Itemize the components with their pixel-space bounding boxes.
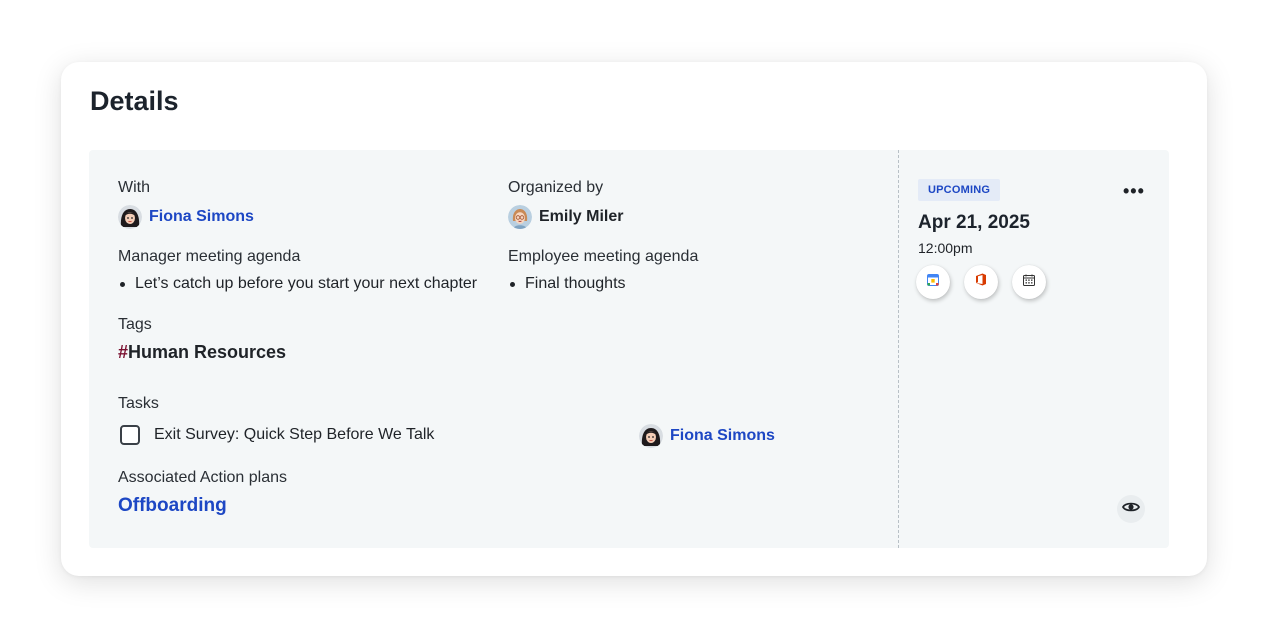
- google-calendar-button[interactable]: [916, 265, 950, 299]
- calendar-icon: [1023, 273, 1035, 291]
- visibility-button[interactable]: [1117, 495, 1145, 523]
- organizer-name: Emily Miler: [539, 208, 624, 225]
- tag-hash: #: [118, 342, 129, 362]
- eye-icon: [1121, 500, 1141, 518]
- organizer-person: Emily Miler: [508, 205, 623, 229]
- with-label: With: [118, 179, 150, 196]
- status-badge: UPCOMING: [918, 179, 1001, 201]
- tag-name: Human Resources: [128, 342, 287, 362]
- google-calendar-icon: [927, 273, 939, 291]
- tags-label: Tags: [118, 316, 152, 333]
- manager-agenda-item: Let’s catch up before you start your nex…: [135, 275, 478, 292]
- meeting-date: Apr 21, 2025: [918, 212, 1030, 233]
- more-options-icon[interactable]: •••: [1123, 181, 1145, 202]
- details-panel: With Fiona Simons Organized by Emily Mil…: [89, 150, 1169, 548]
- avatar: [118, 205, 142, 229]
- meeting-time: 12:00pm: [918, 240, 973, 256]
- organized-by-label: Organized by: [508, 179, 604, 196]
- task-assignee-name[interactable]: Fiona Simons: [670, 427, 775, 445]
- office-365-icon: [975, 273, 987, 291]
- with-person[interactable]: Fiona Simons: [118, 205, 254, 229]
- task-checkbox[interactable]: [120, 425, 140, 445]
- task-assignee[interactable]: Fiona Simons: [639, 424, 775, 448]
- employee-agenda-label: Employee meeting agenda: [508, 248, 699, 265]
- list-item: Let’s catch up before you start your nex…: [118, 275, 477, 293]
- employee-agenda-item: Final thoughts: [525, 275, 626, 292]
- panel-divider: [898, 150, 899, 548]
- tag-chip[interactable]: #Human Resources: [118, 342, 286, 363]
- page-title: Details: [90, 86, 179, 116]
- action-plan-link[interactable]: Offboarding: [118, 495, 227, 517]
- details-card: Details With Fiona Simons Organized by E…: [61, 62, 1207, 576]
- list-item: Final thoughts: [508, 275, 626, 293]
- with-person-name[interactable]: Fiona Simons: [149, 208, 254, 226]
- task-title: Exit Survey: Quick Step Before We Talk: [154, 426, 435, 443]
- action-plans-label: Associated Action plans: [118, 469, 287, 486]
- bullet-dot: [120, 281, 125, 287]
- ics-calendar-button[interactable]: [1012, 265, 1046, 299]
- avatar: [639, 424, 663, 448]
- manager-agenda-label: Manager meeting agenda: [118, 248, 301, 265]
- bullet-dot: [510, 281, 515, 287]
- tasks-label: Tasks: [118, 395, 159, 412]
- office-365-button[interactable]: [964, 265, 998, 299]
- avatar: [508, 205, 532, 229]
